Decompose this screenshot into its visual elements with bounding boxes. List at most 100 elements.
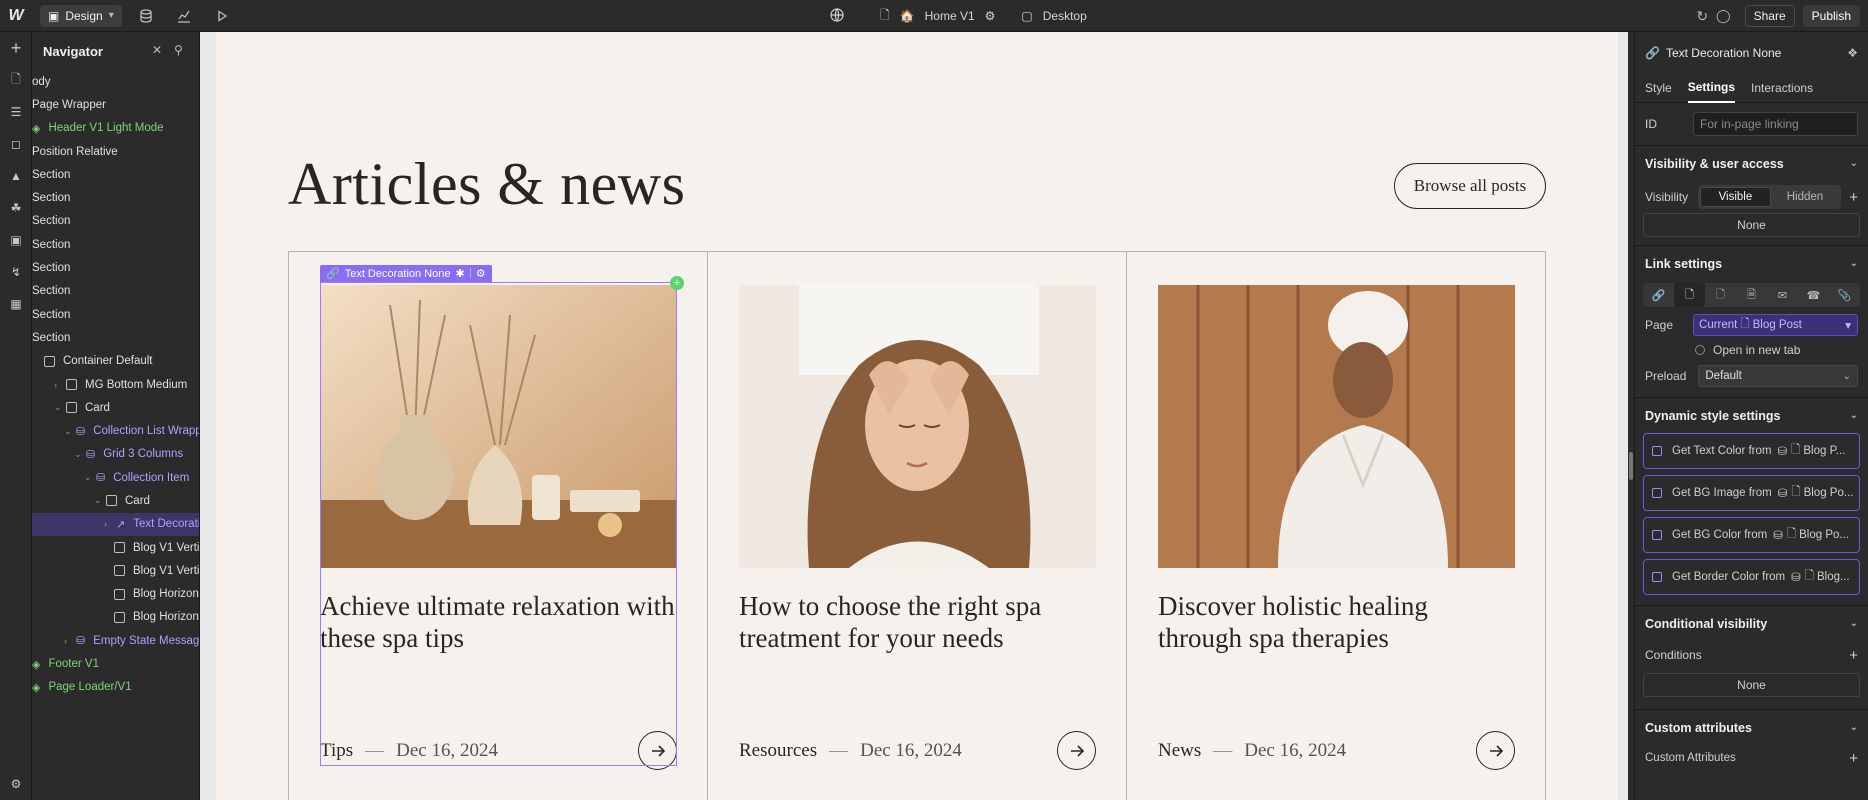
navigator-item[interactable]: Section bbox=[32, 280, 199, 303]
visibility-none-value[interactable]: None bbox=[1643, 213, 1860, 237]
chevron-right-icon[interactable]: › bbox=[64, 636, 74, 646]
navigator-item[interactable]: Section bbox=[32, 163, 199, 186]
add-attribute-icon[interactable]: + bbox=[1849, 750, 1858, 767]
cms-icon[interactable] bbox=[132, 2, 160, 30]
conditions-none-value[interactable]: None bbox=[1643, 673, 1860, 697]
tab-style[interactable]: Style bbox=[1645, 73, 1672, 103]
component-icon[interactable]: ✱ bbox=[455, 267, 464, 280]
card-title[interactable]: Achieve ultimate relaxation with these s… bbox=[320, 590, 677, 654]
tab-interactions[interactable]: Interactions bbox=[1751, 73, 1813, 103]
chevron-right-icon[interactable]: › bbox=[54, 380, 64, 390]
navigator-item[interactable]: ◈ Page Loader/V1 bbox=[32, 676, 199, 699]
navigator-item[interactable]: ◈ Header V1 Light Mode bbox=[32, 117, 199, 140]
navigator-item[interactable]: ⌄⛁ Collection List Wrapper bbox=[32, 419, 199, 442]
webflow-logo[interactable]: W bbox=[0, 0, 32, 32]
navigator-item[interactable]: Section bbox=[32, 303, 199, 326]
read-more-arrow-icon[interactable] bbox=[638, 731, 677, 770]
card-title[interactable]: How to choose the right spa treatment fo… bbox=[739, 590, 1096, 654]
scrollbar-thumb[interactable] bbox=[1629, 452, 1633, 480]
url-link-icon[interactable]: 🔗 bbox=[1643, 283, 1674, 307]
refresh-icon[interactable]: ↻ bbox=[1696, 8, 1708, 25]
preview-play-icon[interactable] bbox=[208, 2, 236, 30]
card-title[interactable]: Discover holistic healing through spa th… bbox=[1158, 590, 1515, 654]
apps-icon[interactable]: ▦ bbox=[0, 288, 32, 320]
chevron-down-icon[interactable]: ⌄ bbox=[94, 495, 104, 506]
page-select[interactable]: Current 🗋 Blog Post ▾ bbox=[1693, 314, 1858, 336]
share-button[interactable]: Share bbox=[1744, 5, 1795, 27]
styles-icon[interactable]: ☘ bbox=[0, 192, 32, 224]
chevron-down-icon[interactable]: ⌄ bbox=[84, 472, 94, 483]
pages-icon[interactable]: 🗋 bbox=[0, 64, 32, 96]
file-link-icon[interactable]: 📎 bbox=[1829, 283, 1860, 307]
binding-checkbox[interactable] bbox=[1652, 572, 1662, 582]
add-element-icon[interactable]: + bbox=[0, 32, 32, 64]
binding-checkbox[interactable] bbox=[1652, 530, 1662, 540]
visible-option[interactable]: Visible bbox=[1700, 187, 1771, 207]
chevron-down-icon[interactable]: ⌄ bbox=[54, 402, 64, 413]
navigator-item[interactable]: ›↗ Text Decoration None bbox=[32, 512, 199, 536]
id-input[interactable]: For in-page linking bbox=[1693, 112, 1858, 136]
desktop-breakpoint-icon[interactable]: ▢ bbox=[1021, 9, 1032, 23]
navigator-item[interactable]: ody bbox=[32, 70, 199, 93]
publish-button[interactable]: Publish bbox=[1802, 5, 1860, 27]
navigator-item[interactable]: Section bbox=[32, 186, 199, 209]
analytics-icon[interactable] bbox=[170, 2, 198, 30]
link-settings-section-title[interactable]: Link settings ⌄ bbox=[1635, 245, 1868, 281]
navigator-item[interactable]: Blog V1 Vertical bbox=[32, 536, 199, 559]
conditional-visibility-section-title[interactable]: Conditional visibility ⌄ bbox=[1635, 605, 1868, 641]
add-element-plus-icon[interactable]: + bbox=[670, 276, 684, 290]
tab-settings[interactable]: Settings bbox=[1687, 73, 1736, 103]
navigator-item[interactable]: ◈ Footer V1 bbox=[32, 652, 199, 675]
collapse-icon[interactable]: ✕ bbox=[152, 43, 162, 57]
blog-card[interactable]: Achieve ultimate relaxation with these s… bbox=[289, 252, 708, 800]
chevron-down-icon[interactable]: ⌄ bbox=[74, 449, 84, 460]
logic-icon[interactable]: ↯ bbox=[0, 256, 32, 288]
blog-card[interactable]: Discover holistic healing through spa th… bbox=[1127, 252, 1545, 800]
navigator-item[interactable]: › MG Bottom Medium bbox=[32, 373, 199, 396]
custom-attributes-section-title[interactable]: Custom attributes ⌄ bbox=[1635, 709, 1868, 745]
read-more-arrow-icon[interactable] bbox=[1057, 731, 1096, 770]
page-settings-gear-icon[interactable]: ⚙ bbox=[985, 9, 996, 23]
browse-all-posts-button[interactable]: Browse all posts bbox=[1394, 163, 1546, 209]
assets-icon[interactable]: ▣ bbox=[0, 224, 32, 256]
navigator-item[interactable]: Section bbox=[32, 256, 199, 279]
section-link-icon[interactable]: 🗋 bbox=[1705, 283, 1736, 307]
current-page-name[interactable]: Home V1 bbox=[925, 9, 975, 23]
components-icon[interactable]: ◻ bbox=[0, 128, 32, 160]
design-canvas[interactable]: Articles & news Browse all posts Achieve… bbox=[216, 32, 1618, 800]
navigator-item[interactable]: ⌄ Card bbox=[32, 396, 199, 419]
preload-select[interactable]: Default ⌄ bbox=[1698, 365, 1858, 387]
cube-icon[interactable]: ❖ bbox=[1847, 46, 1858, 60]
email-link-icon[interactable]: ✉ bbox=[1767, 283, 1798, 307]
pin-icon[interactable]: ⚲ bbox=[174, 43, 183, 57]
navigator-item[interactable]: Section bbox=[32, 233, 199, 256]
dynamic-style-section-title[interactable]: Dynamic style settings ⌄ bbox=[1635, 397, 1868, 433]
globe-icon[interactable] bbox=[830, 7, 844, 25]
navigator-item[interactable]: Page Wrapper bbox=[32, 93, 199, 116]
navigator-item[interactable]: Container Default bbox=[32, 350, 199, 373]
variables-icon[interactable]: ▲ bbox=[0, 160, 32, 192]
page-link-icon[interactable]: 🗋 bbox=[1674, 283, 1705, 307]
phone-link-icon[interactable]: ☎ bbox=[1798, 283, 1829, 307]
navigator-item[interactable]: ⌄ Card bbox=[32, 489, 199, 512]
navigator-item[interactable]: Blog Horizontal bbox=[32, 606, 199, 629]
navigator-icon[interactable]: ☰ bbox=[0, 96, 32, 128]
binding-checkbox[interactable] bbox=[1652, 446, 1662, 456]
navigator-item[interactable]: › ⛁ Empty State Message bbox=[32, 629, 199, 652]
design-mode-dropdown[interactable]: ▣ Design ▾ bbox=[40, 4, 122, 27]
add-condition-icon[interactable]: + bbox=[1849, 647, 1858, 664]
element-settings-gear-icon[interactable]: ⚙ bbox=[476, 267, 486, 280]
hidden-option[interactable]: Hidden bbox=[1771, 187, 1840, 207]
dynamic-binding-bg-color[interactable]: Get BG Color from ⛁ 🗋 Blog Po... bbox=[1643, 517, 1860, 553]
section-heading[interactable]: Articles & news bbox=[288, 150, 685, 219]
read-more-arrow-icon[interactable] bbox=[1476, 731, 1515, 770]
dynamic-binding-bg-image[interactable]: Get BG Image from ⛁ 🗋 Blog Po... bbox=[1643, 475, 1860, 511]
navigator-item[interactable]: Blog V1 Vertical bbox=[32, 559, 199, 582]
navigator-item[interactable]: Position Relative bbox=[32, 140, 199, 163]
open-new-tab-checkbox[interactable] bbox=[1695, 345, 1705, 355]
collection-link-icon[interactable]: 🗎 bbox=[1736, 283, 1767, 307]
navigator-item[interactable]: ⌄ ⛁ Grid 3 Columns bbox=[32, 443, 199, 466]
chevron-down-icon[interactable]: ⌄ bbox=[64, 426, 74, 437]
add-visibility-icon[interactable]: + bbox=[1849, 189, 1858, 206]
navigator-item[interactable]: Blog Horizontal bbox=[32, 583, 199, 606]
